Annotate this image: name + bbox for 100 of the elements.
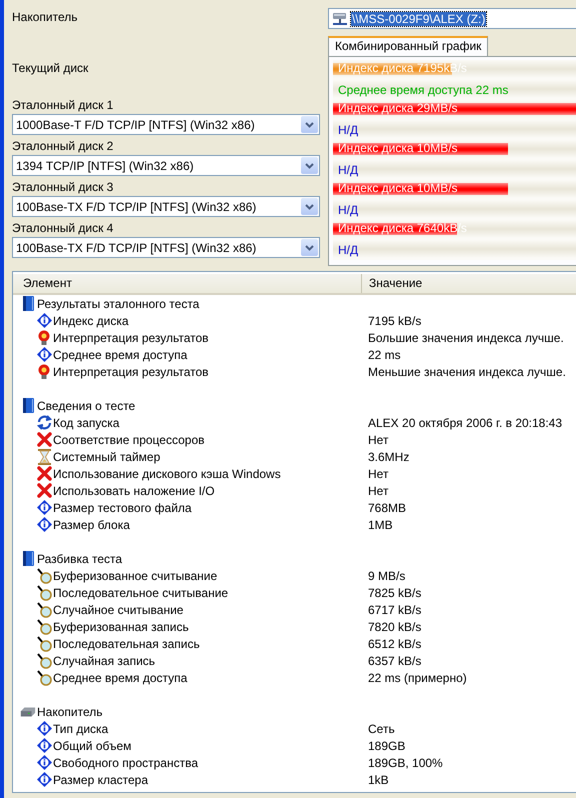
item-label[interactable]: Последовательная запись [53, 636, 200, 650]
magnifier-icon [36, 618, 52, 634]
dropdown[interactable]: 1394 TCP/IP [NTFS] (Win32 x86) [12, 155, 320, 176]
bar-label: Индекс диска 10MB/s [338, 180, 458, 197]
item-label[interactable]: Интерпретация результатов [53, 330, 209, 344]
item-label[interactable]: Использование дискового кэша Windows [53, 466, 281, 480]
cross-icon [36, 483, 52, 498]
chevron-down-icon [305, 122, 314, 128]
cross-icon [36, 432, 52, 447]
item-value: Нет [368, 432, 388, 446]
lightbulb-icon [38, 330, 50, 346]
chart-text: Н/Д [333, 120, 576, 140]
chart-text: Н/Д [333, 160, 576, 180]
group-label[interactable]: Разбивка теста [37, 552, 122, 566]
item-label[interactable]: Среднее время доступа [53, 670, 188, 684]
drive-label: Накопитель [12, 9, 78, 26]
info-icon [36, 772, 52, 787]
network-drive-icon [332, 12, 348, 26]
dropdown-button[interactable] [301, 116, 318, 133]
item-value: 1kB [368, 772, 389, 786]
book-icon [22, 296, 34, 311]
item-value: Большие значения индекса лучше. [368, 330, 564, 344]
book-icon [22, 551, 34, 566]
column-header[interactable]: Значение [362, 274, 422, 293]
magnifier-icon [36, 568, 52, 584]
group-label[interactable]: Сведения о тесте [37, 398, 136, 412]
item-value: 1MB [368, 518, 393, 532]
item-label[interactable]: Соответствие процессоров [53, 432, 204, 446]
item-label[interactable]: Код запуска [53, 416, 120, 430]
dropdown-button[interactable] [301, 198, 318, 215]
item-value: 3.6MHz [368, 450, 410, 464]
drive-path: \\MSS-0029F9\ALEX (Z:) [351, 12, 486, 26]
item-label[interactable]: Использовать наложение I/O [53, 484, 215, 498]
item-label[interactable]: Размер тестового файла [53, 500, 192, 514]
item-label[interactable]: Свободного пространства [53, 756, 198, 770]
item-value: 7825 kB/s [368, 586, 422, 600]
book-icon [22, 398, 34, 413]
dropdown[interactable]: 100Base-TX F/D TCP/IP [NTFS] (Win32 x86) [12, 237, 320, 258]
item-label[interactable]: Буферизованное считывание [53, 568, 218, 582]
dropdown[interactable]: 1000Base-T F/D TCP/IP [NTFS] (Win32 x86) [12, 114, 320, 135]
info-icon [36, 347, 52, 362]
item-label[interactable]: Буферизованная запись [53, 620, 189, 634]
hourglass-icon [38, 448, 50, 464]
item-label[interactable]: Общий объем [53, 738, 132, 752]
item-value: 189GB, 100% [368, 756, 443, 770]
disk-label: Эталонный диск 1 [12, 97, 114, 114]
group-label[interactable]: Результаты эталонного теста [37, 296, 200, 310]
chart-text: Н/Д [333, 240, 576, 260]
item-value: Меньшие значения индекса лучше. [368, 364, 566, 378]
item-label[interactable]: Размер кластера [53, 772, 148, 786]
disk-label: Эталонный диск 2 [12, 138, 114, 155]
info-icon [36, 313, 52, 328]
magnifier-icon [36, 670, 52, 686]
item-label[interactable]: Последовательное считывание [53, 586, 228, 600]
chart-text: Среднее время доступа 22 ms [333, 80, 576, 100]
item-value: 7820 kB/s [368, 620, 422, 634]
item-value: ALEX 20 октября 2006 г. в 20:18:43 [368, 416, 562, 430]
refresh-icon [36, 415, 52, 430]
item-label[interactable]: Тип диска [53, 722, 108, 736]
item-value: 6357 kB/s [368, 654, 422, 668]
current-disk-label: Текущий диск [12, 60, 90, 77]
column-header[interactable]: Элемент [13, 274, 362, 293]
item-value: 22 ms (примерно) [368, 670, 467, 684]
item-value: Сеть [368, 722, 395, 736]
dropdown-button[interactable] [301, 157, 318, 174]
info-icon [36, 721, 52, 736]
chart-text: Н/Д [333, 200, 576, 220]
magnifier-icon [36, 584, 52, 600]
disk-label: Эталонный диск 3 [12, 179, 114, 196]
item-label[interactable]: Индекс диска [53, 314, 129, 328]
item-value: 6717 kB/s [368, 602, 422, 616]
item-label[interactable]: Размер блока [53, 518, 130, 532]
dropdown-button[interactable] [301, 239, 318, 256]
item-label[interactable]: Системный таймер [53, 450, 160, 464]
item-label[interactable]: Среднее время доступа [53, 348, 188, 362]
item-label[interactable]: Интерпретация результатов [53, 364, 209, 378]
info-icon [36, 738, 52, 753]
chevron-down-icon [305, 204, 314, 210]
bar-label: Индекс диска 29MB/s [338, 100, 458, 117]
item-value: 6512 kB/s [368, 636, 422, 650]
item-label[interactable]: Случайное считывание [53, 602, 184, 616]
chevron-down-icon [305, 162, 314, 168]
dropdown[interactable]: 100Base-TX F/D TCP/IP [NTFS] (Win32 x86) [12, 196, 320, 217]
group-label[interactable]: Накопитель [37, 704, 102, 718]
drive-icon [20, 706, 36, 716]
magnifier-icon [36, 652, 52, 668]
magnifier-icon [36, 636, 52, 652]
lightbulb-icon [38, 364, 50, 380]
bar-label: Индекс диска 10MB/s [338, 140, 458, 157]
item-value: 9 MB/s [368, 568, 406, 582]
info-icon [36, 500, 52, 515]
info-icon [36, 517, 52, 532]
disk-label: Эталонный диск 4 [12, 220, 114, 237]
item-value: 7195 kB/s [368, 314, 422, 328]
item-value: 22 ms [368, 348, 401, 362]
item-label[interactable]: Случайная запись [53, 654, 156, 668]
chevron-down-icon [305, 244, 314, 250]
drive-field[interactable]: \\MSS-0029F9\ALEX (Z:) [328, 8, 576, 29]
tab[interactable]: Комбинированный график [328, 36, 488, 56]
info-icon [36, 755, 52, 770]
